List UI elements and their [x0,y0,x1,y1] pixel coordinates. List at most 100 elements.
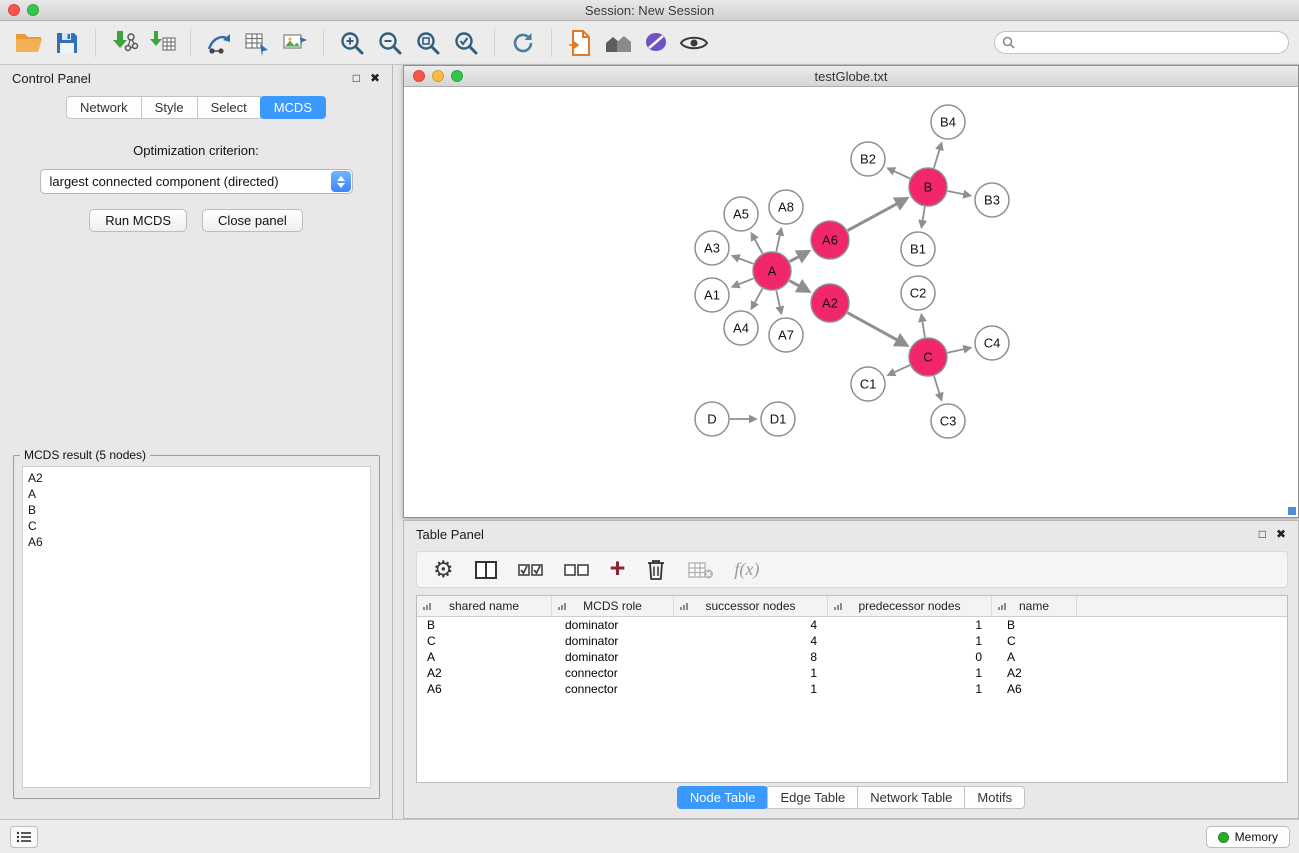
table-cell: 0 [828,649,992,665]
graph-node-label: C3 [940,414,957,429]
tab-motifs[interactable]: Motifs [964,786,1025,809]
memory-button[interactable]: Memory [1206,826,1290,848]
run-mcds-button[interactable]: Run MCDS [89,209,187,232]
zoom-fit-button[interactable] [409,25,447,61]
graph-edge-B-B2[interactable] [888,168,910,178]
zoom-out-button[interactable] [371,25,409,61]
graph-edge-A-A6[interactable] [790,251,809,261]
tab-edge-table[interactable]: Edge Table [767,786,858,809]
graph-edge-C-C3[interactable] [934,376,941,400]
close-window-button[interactable] [8,4,20,16]
save-session-button[interactable] [48,25,86,61]
export-image-button[interactable] [276,25,314,61]
open-session-button[interactable] [10,25,48,61]
graph-edge-C-C4[interactable] [948,348,971,353]
result-item[interactable]: B [28,502,365,518]
network-window-titlebar[interactable]: testGlobe.txt [404,66,1298,87]
deselect-all-button[interactable] [564,555,590,585]
graph-edge-B-B1[interactable] [922,207,925,228]
table-row[interactable]: A2connector11A2 [417,665,1287,681]
table-row[interactable]: Cdominator41C [417,633,1287,649]
graph-edge-A-A7[interactable] [776,291,781,314]
zoom-in-button[interactable] [333,25,371,61]
zoom-out-icon [377,30,403,56]
tab-node-table[interactable]: Node Table [677,786,769,809]
memory-label: Memory [1235,830,1278,844]
resize-grip[interactable] [1288,507,1296,515]
graph-edge-C-C2[interactable] [921,315,925,338]
add-column-button[interactable]: + [610,553,626,583]
table-row[interactable]: Adominator80A [417,649,1287,665]
table-cell: 1 [828,633,992,649]
network-canvas[interactable]: B4B2BB3A5A8A6B1A3AC2A1A2A4A7C4CC1DD1C3 [404,88,1298,517]
refresh-button[interactable] [504,25,542,61]
optimization-criterion-dropdown[interactable]: largest connected component (directed) [40,169,353,194]
tab-network[interactable]: Network [66,96,142,119]
zoom-window-button[interactable] [27,4,39,16]
task-history-button[interactable] [10,826,38,848]
style-brush-button[interactable] [637,25,675,61]
import-table-button[interactable] [143,25,181,61]
graph-node-label: B1 [910,242,926,257]
table-cell: C [992,633,1077,649]
result-item[interactable]: A2 [28,470,365,486]
export-image-icon [281,29,309,57]
graph-edge-A6-B[interactable] [848,198,907,230]
graph-edge-A-A5[interactable] [752,233,763,253]
search-input[interactable] [994,31,1289,54]
table-row[interactable]: A6connector11A6 [417,681,1287,697]
column-header-mcds-role[interactable]: MCDS role [552,596,674,616]
tab-mcds[interactable]: MCDS [260,96,326,119]
delete-column-button[interactable] [645,555,667,585]
delete-table-button[interactable] [687,555,714,585]
home-button[interactable] [599,25,637,61]
column-header-name[interactable]: name [992,596,1077,616]
table-settings-button[interactable]: ⚙ [433,555,454,585]
column-header-shared-name[interactable]: shared name [417,596,552,616]
network-zoom-button[interactable] [451,70,463,82]
graph-edge-A-A1[interactable] [732,278,753,286]
graph-node-label: C [923,350,932,365]
control-panel-tabs: NetworkStyleSelectMCDS [0,96,392,119]
column-header-predecessor-nodes[interactable]: predecessor nodes [828,596,992,616]
float-panel-icon[interactable]: □ [353,72,360,84]
graph-edge-A2-C[interactable] [848,313,908,346]
network-graph[interactable]: B4B2BB3A5A8A6B1A3AC2A1A2A4A7C4CC1DD1C3 [404,88,1298,518]
network-minimize-button[interactable] [432,70,444,82]
result-item[interactable]: A6 [28,534,365,550]
table-panel-header: Table Panel □ ✖ [404,521,1298,547]
result-item[interactable]: A [28,486,365,502]
tab-network-table[interactable]: Network Table [857,786,965,809]
graph-edge-B-B4[interactable] [934,143,942,168]
column-header-successor-nodes[interactable]: successor nodes [674,596,828,616]
graph-edge-A-A2[interactable] [790,281,810,292]
close-panel-icon[interactable]: ✖ [370,72,380,84]
table-cell-filler [1077,633,1287,649]
window-title: Session: New Session [0,3,1299,18]
graph-edge-A-A4[interactable] [752,289,763,309]
open-folder-icon [14,30,44,56]
tab-select[interactable]: Select [197,96,261,119]
graph-edge-A-A3[interactable] [733,256,754,264]
network-close-button[interactable] [413,70,425,82]
float-panel-icon[interactable]: □ [1259,528,1266,540]
close-panel-icon[interactable]: ✖ [1276,528,1286,540]
mcds-result-title: MCDS result (5 nodes) [20,448,150,462]
open-document-button[interactable] [561,25,599,61]
show-hide-button[interactable] [675,25,713,61]
function-builder-button[interactable]: f(x) [734,555,759,585]
select-all-button[interactable] [518,555,544,585]
result-item[interactable]: C [28,518,365,534]
tab-style[interactable]: Style [141,96,198,119]
table-row[interactable]: Bdominator41B [417,617,1287,633]
graph-edge-C-C1[interactable] [888,365,910,375]
graph-edge-B-B3[interactable] [948,191,971,196]
zoom-selected-button[interactable] [447,25,485,61]
import-network-button[interactable] [105,25,143,61]
close-panel-button[interactable]: Close panel [202,209,303,232]
control-panel: Control Panel □ ✖ NetworkStyleSelectMCDS… [0,65,393,819]
show-columns-button[interactable] [474,555,498,585]
new-network-button[interactable] [200,25,238,61]
graph-edge-A-A8[interactable] [776,229,781,252]
network-table-button[interactable] [238,25,276,61]
